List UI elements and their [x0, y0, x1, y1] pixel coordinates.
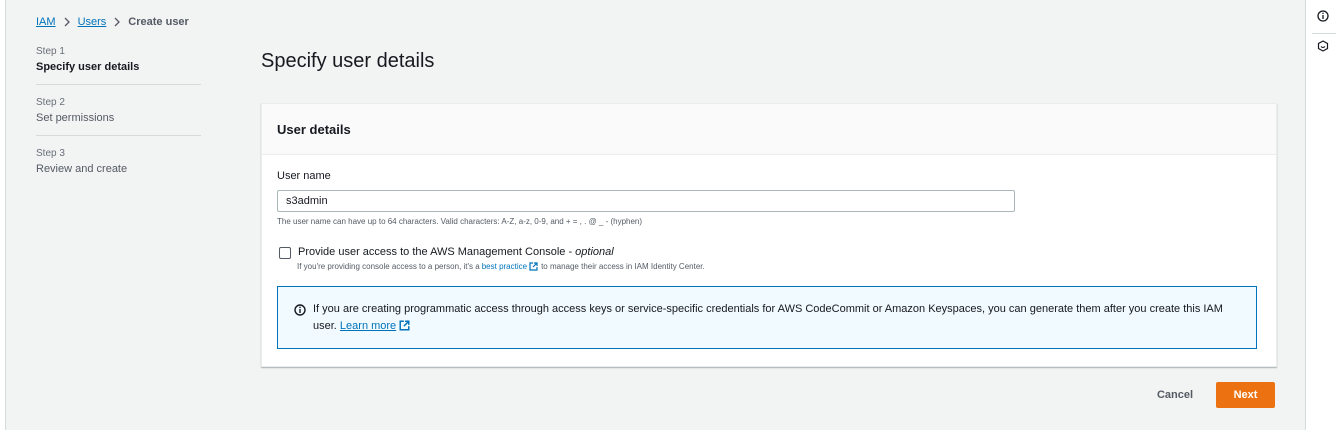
- step-label: Specify user details: [36, 61, 140, 73]
- info-alert-text: If you are creating programmatic access …: [313, 301, 1243, 337]
- username-constraint-text: The user name can have up to 64 characte…: [277, 217, 643, 226]
- step-label: Set permissions: [36, 112, 115, 124]
- console-access-description: If you're providing console access to a …: [297, 262, 705, 271]
- next-button[interactable]: Next: [1216, 382, 1275, 408]
- wizard-steps: Step 1 Specify user details Step 2 Set p…: [36, 46, 201, 186]
- info-icon[interactable]: [1306, 2, 1338, 30]
- panel-title: User details: [277, 121, 351, 137]
- username-label: User name: [277, 170, 331, 182]
- best-practice-link[interactable]: best practice: [482, 262, 527, 271]
- chevron-right-icon: [113, 17, 121, 27]
- console-access-checkbox[interactable]: [279, 247, 291, 259]
- wizard-step-3: Step 3 Review and create: [36, 135, 201, 186]
- breadcrumb-users-link[interactable]: Users: [78, 16, 107, 28]
- panel-header: User details: [262, 104, 1276, 155]
- breadcrumb-current: Create user: [128, 16, 189, 28]
- right-tools-rail: [1305, 0, 1338, 430]
- feedback-icon[interactable]: [1306, 32, 1338, 60]
- user-details-panel: User details User name The user name can…: [261, 103, 1277, 367]
- info-circle-icon: [294, 303, 306, 321]
- breadcrumb-iam-link[interactable]: IAM: [36, 16, 56, 28]
- page-title: Specify user details: [261, 50, 435, 72]
- step-number: Step 3: [36, 148, 65, 159]
- wizard-step-2: Step 2 Set permissions: [36, 84, 201, 135]
- console-access-label: Provide user access to the AWS Managemen…: [298, 246, 614, 258]
- info-alert: If you are creating programmatic access …: [277, 286, 1257, 349]
- optional-label: optional: [575, 246, 614, 258]
- cancel-button[interactable]: Cancel: [1145, 382, 1205, 408]
- step-number: Step 1: [36, 46, 65, 57]
- username-input[interactable]: [277, 190, 1015, 212]
- chevron-right-icon: [63, 17, 71, 27]
- wizard-step-1: Step 1 Specify user details: [36, 46, 201, 84]
- external-link-icon: [399, 320, 410, 337]
- console-access-option: Provide user access to the AWS Managemen…: [279, 246, 614, 259]
- step-number: Step 2: [36, 97, 65, 108]
- external-link-icon: [529, 262, 538, 271]
- learn-more-link[interactable]: Learn more: [340, 320, 396, 332]
- breadcrumb: IAM Users Create user: [36, 16, 189, 28]
- step-label: Review and create: [36, 163, 128, 175]
- main-content: IAM Users Create user Step 1 Specify use…: [5, 0, 1306, 430]
